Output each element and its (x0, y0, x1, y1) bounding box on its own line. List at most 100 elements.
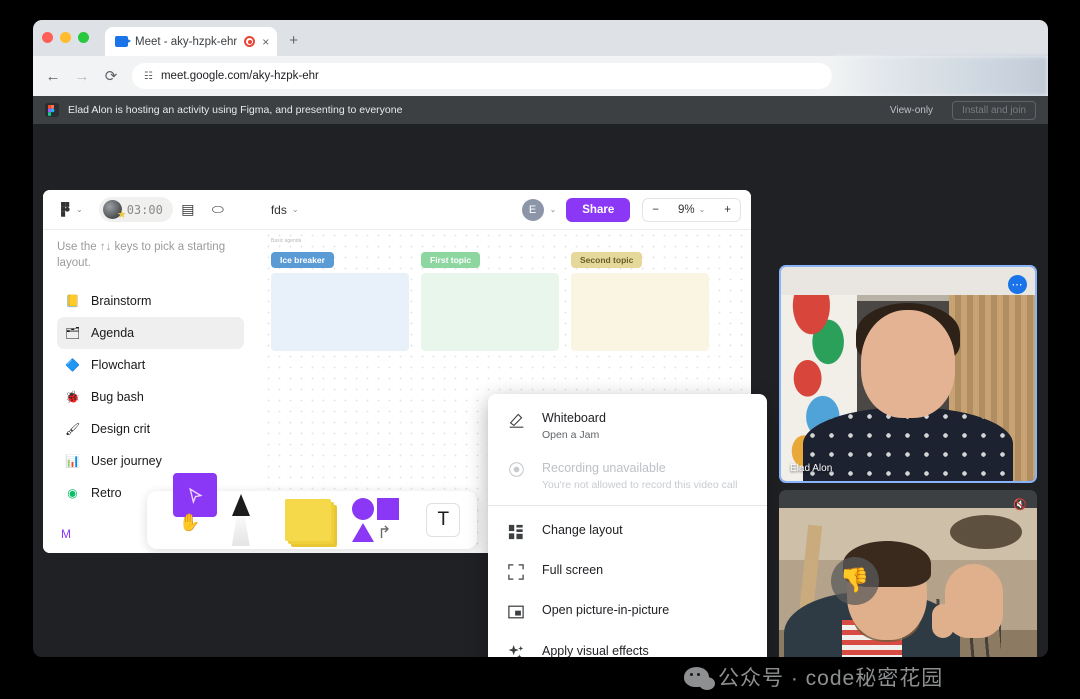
meet-favicon (115, 36, 131, 47)
figma-icon (45, 103, 59, 117)
participant-video (781, 267, 1035, 481)
figma-toolbar: ⌄ ★ 03:00 ▤ ⬭ fds ⌄ E ⌄ Share − 9% ⌄ + (43, 190, 751, 230)
timer-avatar: ★ (102, 200, 127, 221)
record-icon (506, 459, 526, 478)
minimize-window-button[interactable] (60, 32, 71, 43)
agenda-column[interactable]: Second topic (571, 250, 709, 351)
zoom-out-button[interactable]: − (643, 204, 668, 216)
layout-item-label: Retro (91, 486, 122, 501)
file-name-label: fds (270, 202, 287, 217)
cursor-tool[interactable] (173, 473, 217, 517)
pen-tool[interactable] (207, 491, 275, 549)
new-tab-button[interactable]: + (289, 32, 298, 49)
wechat-icon (684, 667, 715, 690)
menu-item-title: Recording unavailable (542, 461, 666, 475)
figma-file-name[interactable]: fds ⌄ (271, 203, 299, 217)
column-label: First topic (421, 252, 481, 268)
zoom-in-button[interactable]: + (715, 204, 740, 216)
hand-tool[interactable]: ✋ (179, 513, 200, 533)
install-and-join-button[interactable]: Install and join (952, 100, 1036, 120)
browser-window: Meet - aky-hzpk-ehr × + ← → ⟳ ☷ meet.goo… (33, 20, 1048, 657)
figma-menu-button[interactable]: ⌄ (53, 202, 91, 217)
site-settings-icon[interactable]: ☷ (144, 71, 153, 82)
full-screen-icon (506, 562, 526, 580)
close-window-button[interactable] (42, 32, 53, 43)
menu-item-title: Apply visual effects (542, 643, 649, 657)
layout-item-brainstorm[interactable]: 📒 Brainstorm (57, 285, 244, 317)
chevron-down-icon: ⌄ (76, 205, 83, 214)
menu-item-title: Open picture-in-picture (542, 603, 670, 618)
menu-item-change-layout[interactable]: Change layout (488, 511, 767, 551)
tab-recording-icon (244, 36, 256, 47)
layout-grid-icon[interactable]: ▤ (173, 201, 203, 218)
layout-item-label: Agenda (91, 326, 135, 341)
close-tab-button[interactable]: × (262, 35, 269, 49)
menu-separator (488, 505, 767, 506)
shapes-tool[interactable]: ↱ (342, 491, 410, 549)
avatar-chevron-icon[interactable]: ⌄ (550, 205, 557, 214)
menu-item-whiteboard[interactable]: Whiteboard Open a Jam (488, 400, 767, 450)
screenshot-root: Meet - aky-hzpk-ehr × + ← → ⟳ ☷ meet.goo… (0, 0, 1080, 699)
menu-item-picture-in-picture[interactable]: Open picture-in-picture (488, 591, 767, 631)
watermark-text: 公众号 · code秘密花园 (718, 667, 944, 690)
tile-more-options-button[interactable]: ⋯ (1008, 275, 1027, 294)
watermark: 公众号 · code秘密花园 (684, 662, 943, 692)
figma-avatar[interactable]: E (521, 198, 544, 221)
browser-tab[interactable]: Meet - aky-hzpk-ehr × (105, 27, 278, 56)
menu-item-full-screen[interactable]: Full screen (488, 551, 767, 591)
column-label: Second topic (571, 252, 643, 268)
address-bar-url: meet.google.com/aky-hzpk-ehr (160, 70, 319, 82)
back-icon[interactable]: ← (45, 68, 61, 85)
menu-item-recording: Recording unavailable You're not allowed… (488, 450, 767, 500)
whiteboard-icon (506, 409, 526, 428)
participant-muted-icon: 🔇 (1013, 499, 1027, 511)
layout-item-bug-bash[interactable]: 🐞 Bug bash (57, 381, 244, 413)
maximize-window-button[interactable] (78, 32, 89, 43)
activity-banner: Elad Alon is hosting an activity using F… (33, 96, 1048, 124)
participant-name: Elad Alon (790, 463, 833, 474)
m-shortcut-label: M (61, 527, 71, 541)
chevron-down-icon: ⌄ (698, 205, 706, 214)
menu-item-title: Whiteboard (542, 411, 606, 425)
layout-item-flowchart[interactable]: 🔷 Flowchart (57, 349, 244, 381)
layout-item-label: Flowchart (91, 358, 146, 373)
comment-icon[interactable]: ⬭ (203, 201, 233, 218)
menu-item-title: Full screen (542, 563, 604, 578)
reload-icon[interactable]: ⟳ (103, 67, 119, 85)
figma-tool-bar: ✋ ↱ T (147, 473, 478, 549)
column-body (571, 273, 709, 351)
timer-value: 03:00 (126, 202, 163, 217)
zoom-percent-label: 9% (677, 203, 695, 216)
meet-stage: ⌄ ★ 03:00 ▤ ⬭ fds ⌄ E ⌄ Share − 9% ⌄ + B… (33, 124, 1048, 657)
address-bar[interactable]: ☷ meet.google.com/aky-hzpk-ehr (132, 63, 832, 89)
participant-tile-elad-alon[interactable]: ⋯ Elad Alon (779, 265, 1037, 483)
figma-agenda-frame: Basic agenda Ice breaker First topic Sec… (271, 238, 751, 351)
layout-item-design-crit[interactable]: 🖌 Design crit (57, 413, 244, 445)
text-tool[interactable]: T (410, 491, 478, 549)
layout-item-user-journey[interactable]: 📊 User journey (57, 445, 244, 477)
layout-item-label: User journey (91, 454, 162, 469)
browser-tab-strip: Meet - aky-hzpk-ehr × + (33, 20, 1048, 56)
participant-tile-francois[interactable]: 👎 🔇 Francois (779, 490, 1037, 657)
menu-item-title: Change layout (542, 523, 623, 538)
picture-in-picture-icon (506, 602, 526, 620)
figma-zoom-control: − 9% ⌄ + (642, 197, 741, 222)
figma-timer[interactable]: ★ 03:00 (98, 197, 173, 222)
sticky-note-tool[interactable] (275, 491, 343, 549)
window-traffic-lights[interactable] (42, 32, 89, 43)
browser-toolbar-extensions-blurred (833, 56, 1048, 96)
text-tool-glyph: T (426, 503, 461, 537)
agenda-column[interactable]: First topic (421, 250, 559, 351)
agenda-column[interactable]: Ice breaker (271, 250, 409, 351)
layout-grid-icon (506, 522, 526, 540)
agenda-icon: 🗂 (65, 326, 81, 341)
figma-share-button[interactable]: Share (566, 197, 631, 222)
menu-item-subtitle: You're not allowed to record this video … (542, 479, 738, 491)
menu-item-subtitle: Open a Jam (542, 429, 600, 441)
layout-item-agenda[interactable]: 🗂 Agenda (57, 317, 244, 350)
zoom-value[interactable]: 9% ⌄ (669, 204, 714, 216)
user-journey-icon: 📊 (65, 454, 80, 469)
forward-icon[interactable]: → (74, 68, 90, 85)
retro-icon: ◉ (67, 486, 78, 501)
menu-item-visual-effects[interactable]: Apply visual effects (488, 631, 767, 657)
